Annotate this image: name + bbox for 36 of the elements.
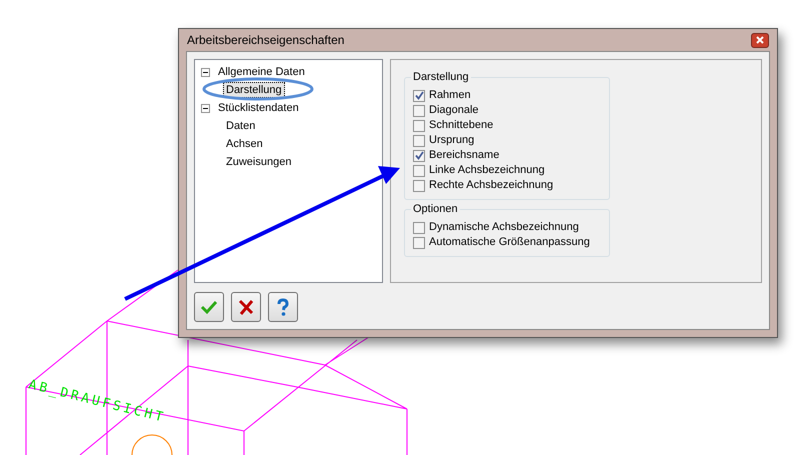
checkbox-label: Schnittebene (429, 118, 494, 134)
checkbox[interactable] (413, 150, 425, 162)
checkbox-label: Automatische Größenanpassung (429, 235, 590, 250)
checkbox[interactable] (413, 222, 425, 234)
ok-button[interactable] (194, 292, 224, 322)
checkbox[interactable] (413, 120, 425, 132)
checkbox-label: Bereichsname (429, 148, 500, 164)
group-title: Darstellung (411, 70, 471, 84)
tree-item[interactable]: Darstellung (223, 82, 285, 98)
checkbox[interactable] (413, 90, 425, 102)
checkbox[interactable] (413, 104, 425, 116)
cross-icon (237, 298, 255, 316)
checkbox-label: Rechte Achsbezeichnung (429, 178, 554, 194)
help-button[interactable] (268, 292, 298, 322)
checkbox[interactable] (413, 164, 425, 176)
cancel-button[interactable] (231, 292, 261, 322)
checkbox-label: Linke Achsbezeichnung (429, 163, 545, 178)
collapse-icon[interactable] (201, 104, 210, 112)
checkbox[interactable] (413, 180, 425, 192)
tree-item[interactable]: Stücklistendaten (215, 100, 302, 116)
group-title: Optionen (411, 202, 460, 216)
tree-item[interactable]: Allgemeine Daten (215, 64, 308, 80)
checkbox[interactable] (413, 236, 425, 248)
checkbox[interactable] (413, 134, 425, 146)
tree-item[interactable]: Achsen (223, 136, 266, 152)
collapse-icon[interactable] (201, 68, 210, 76)
close-button[interactable] (751, 32, 769, 48)
checkbox-label: Rahmen (429, 88, 471, 104)
tree-item[interactable]: Zuweisungen (223, 154, 294, 170)
checkbox-label: Ursprung (429, 133, 474, 148)
window-title: Arbeitsbereichseigenschaften (187, 32, 344, 49)
checkbox-label: Dynamische Achsbezeichnung (429, 220, 579, 236)
tree-item[interactable]: Daten (223, 118, 258, 134)
close-icon (756, 36, 764, 44)
checkmark-icon (200, 298, 218, 316)
checkbox-label: Diagonale (429, 103, 479, 118)
